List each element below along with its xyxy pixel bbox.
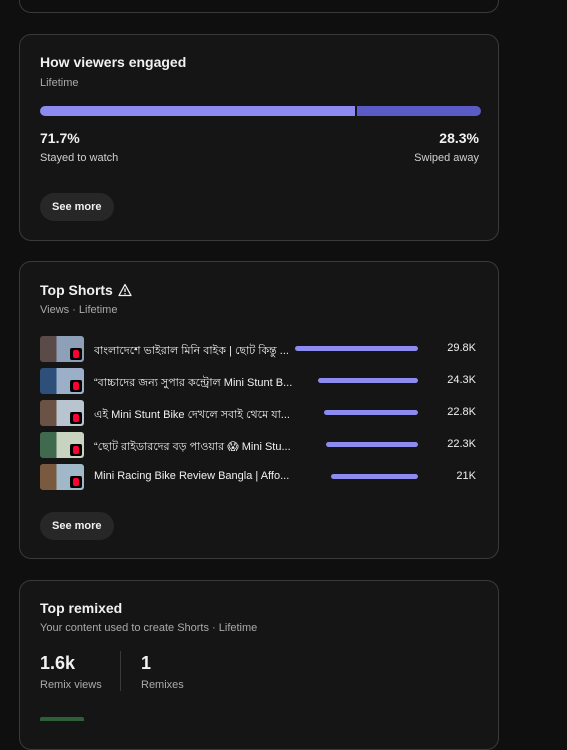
- remixes-label: Remixes: [141, 679, 184, 691]
- short-views-bar: [318, 378, 418, 383]
- stayed-to-watch-label: Stayed to watch: [40, 152, 119, 164]
- top-short-row[interactable]: “বাচ্চাদের জন্য সুপার কন্ট্রোল Mini Stun…: [40, 368, 480, 394]
- short-views-bar: [295, 346, 418, 351]
- shorts-logo-icon: [70, 412, 82, 424]
- remix-views-value: 1.6k: [40, 653, 76, 673]
- top-shorts-card: Top Shorts Views · Lifetime বাংলাদেশে ভা…: [19, 261, 499, 559]
- top-short-row[interactable]: Mini Racing Bike Review Bangla | Affo...…: [40, 464, 480, 490]
- short-thumbnail[interactable]: [40, 432, 84, 458]
- short-thumbnail[interactable]: [40, 336, 84, 362]
- short-views-value: 22.3K: [447, 438, 476, 450]
- short-title[interactable]: এই Mini Stunt Bike দেখলে সবাই থেমে যা...: [94, 406, 294, 425]
- short-views-value: 24.3K: [447, 374, 476, 386]
- shorts-logo-icon: [70, 380, 82, 392]
- previous-card-bottom: [19, 0, 499, 13]
- engagement-card: How viewers engaged Lifetime 71.7% Staye…: [19, 34, 499, 241]
- shorts-logo-icon: [70, 476, 82, 488]
- remixed-item-thumbnail[interactable]: [40, 717, 84, 721]
- remix-views-label: Remix views: [40, 679, 102, 691]
- remixes-value: 1: [141, 653, 152, 673]
- top-remixed-card: Top remixed Your content used to create …: [19, 580, 499, 750]
- short-title[interactable]: “বাচ্চাদের জন্য সুপার কন্ট্রোল Mini Stun…: [94, 374, 294, 393]
- top-short-row[interactable]: এই Mini Stunt Bike দেখলে সবাই থেমে যা...…: [40, 400, 480, 426]
- top-short-row[interactable]: বাংলাদেশে ভাইরাল মিনি বাইক | ছোট কিন্তু …: [40, 336, 480, 362]
- swiped-away-label: Swiped away: [414, 152, 479, 164]
- top-short-row[interactable]: “ছোট রাইডারদের বড় পাওয়ার 😱 Mini Stu...…: [40, 432, 480, 458]
- shorts-logo-icon: [70, 444, 82, 456]
- short-title[interactable]: Mini Racing Bike Review Bangla | Affo...: [94, 470, 294, 482]
- engagement-title: How viewers engaged: [40, 54, 187, 70]
- short-views-value: 21K: [456, 470, 476, 482]
- short-views-bar: [331, 474, 418, 479]
- short-thumbnail[interactable]: [40, 400, 84, 426]
- engagement-subtitle: Lifetime: [40, 77, 79, 89]
- top-remixed-title: Top remixed: [40, 600, 123, 616]
- short-thumbnail[interactable]: [40, 368, 84, 394]
- stayed-to-watch-value: 71.7%: [40, 130, 80, 146]
- engagement-see-more-button[interactable]: See more: [40, 193, 114, 221]
- top-remixed-subtitle: Your content used to create Shorts · Lif…: [40, 622, 258, 634]
- short-thumbnail[interactable]: [40, 464, 84, 490]
- short-views-value: 22.8K: [447, 406, 476, 418]
- short-title[interactable]: বাংলাদেশে ভাইরাল মিনি বাইক | ছোট কিন্তু …: [94, 342, 294, 361]
- remix-divider: [120, 651, 121, 691]
- short-views-bar: [326, 442, 418, 447]
- top-shorts-title: Top Shorts: [40, 282, 113, 298]
- top-shorts-subtitle: Views · Lifetime: [40, 304, 118, 316]
- short-views-bar: [324, 410, 418, 415]
- shorts-logo-icon: [70, 348, 82, 360]
- short-views-value: 29.8K: [447, 342, 476, 354]
- warning-triangle-icon[interactable]: [118, 283, 132, 297]
- swiped-away-bar: [357, 106, 481, 116]
- stayed-to-watch-bar: [40, 106, 355, 116]
- short-title[interactable]: “ছোট রাইডারদের বড় পাওয়ার 😱 Mini Stu...: [94, 438, 294, 457]
- top-shorts-see-more-button[interactable]: See more: [40, 512, 114, 540]
- swiped-away-value: 28.3%: [439, 130, 479, 146]
